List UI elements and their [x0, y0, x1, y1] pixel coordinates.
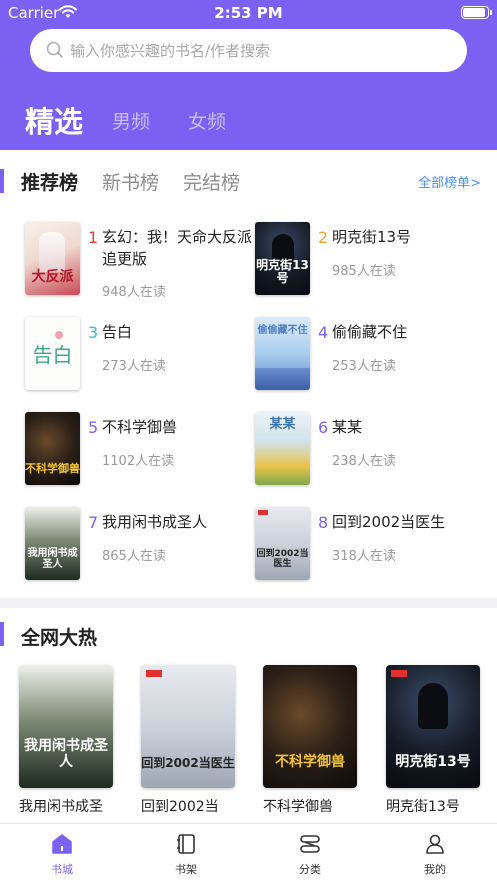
tab-profile[interactable]: 我的	[405, 832, 465, 877]
hot-book-item[interactable]: 回到2002当医生 回到2002当	[141, 665, 235, 816]
tab-label: 分类	[299, 863, 321, 876]
search-bar[interactable]: 输入你感兴趣的书名/作者搜索	[30, 29, 467, 72]
tab-bookshelf[interactable]: 书架	[156, 832, 216, 877]
tab-label: 书城	[51, 863, 73, 876]
rank-number: 4	[318, 323, 329, 342]
rank-book-item[interactable]: 偷偷藏不住 4 偷偷藏不住 253人在读	[255, 317, 485, 397]
search-input[interactable]: 输入你感兴趣的书名/作者搜索	[70, 40, 270, 61]
book-title: 明克街13号	[386, 799, 460, 815]
section-accent	[0, 169, 4, 193]
tab-recommend[interactable]: 推荐榜	[21, 168, 78, 195]
channel-tabs: 精选 男频 女频	[0, 95, 497, 145]
book-cover: 不科学御兽	[25, 412, 80, 485]
rank-book-item[interactable]: 不科学御兽 5 不科学御兽 1102人在读	[25, 412, 255, 492]
book-cover: 大反派	[25, 222, 80, 295]
book-icon	[177, 834, 195, 854]
book-cover: 回到2002当医生	[141, 665, 235, 788]
book-cover: 偷偷藏不住	[255, 317, 310, 390]
rank-book-item[interactable]: 我用闲书成圣人 7 我用闲书成圣人 865人在读	[25, 507, 255, 587]
search-icon	[46, 41, 63, 58]
rank-number: 1	[88, 228, 99, 247]
user-icon	[426, 834, 444, 854]
battery-icon	[461, 6, 492, 19]
ranking-section: 推荐榜 新书榜 完结榜 全部榜单> 大反派 1 玄幻：我！天命大反派追更版 94…	[0, 150, 497, 598]
rank-book-item[interactable]: 大反派 1 玄幻：我！天命大反派追更版 948人在读	[25, 222, 255, 302]
book-title: 我用闲书成圣	[19, 799, 103, 815]
book-readers: 238人在读	[332, 454, 396, 469]
book-cover: 不科学御兽	[263, 665, 357, 788]
rank-book-item[interactable]: 回到2002当医生 8 回到2002当医生 318人在读	[255, 507, 485, 587]
book-cover: 某某	[255, 412, 310, 485]
category-icon	[300, 835, 320, 853]
tab-finished[interactable]: 完结榜	[183, 168, 240, 195]
book-title: 不科学御兽	[102, 418, 178, 436]
tab-label: 书架	[175, 863, 197, 876]
status-bar: Carrier 2:53 PM	[0, 0, 497, 26]
tab-featured[interactable]: 精选	[25, 99, 83, 141]
book-cover: 告白	[25, 317, 80, 390]
book-title: 告白	[102, 323, 133, 341]
book-title: 偷偷藏不住	[332, 323, 408, 341]
book-readers: 865人在读	[102, 549, 166, 564]
rank-number: 7	[88, 513, 99, 532]
book-title: 回到2002当医生	[332, 513, 446, 531]
book-title: 明克街13号	[332, 228, 412, 246]
rank-number: 5	[88, 418, 99, 437]
book-cover: 我用闲书成圣人	[25, 507, 80, 580]
hot-section: 全网大热 我用闲书成圣人 我用闲书成圣 回到2002当医生 回到2002当 不科…	[0, 608, 497, 823]
hot-book-item[interactable]: 不科学御兽 不科学御兽	[263, 665, 357, 816]
rank-number: 3	[88, 323, 99, 342]
book-readers: 948人在读	[102, 285, 166, 300]
book-readers: 253人在读	[332, 359, 396, 374]
book-readers: 1102人在读	[102, 454, 175, 469]
hot-book-item[interactable]: 明克街13号 明克街13号	[386, 665, 480, 816]
rank-number: 6	[318, 418, 329, 437]
tab-category[interactable]: 分类	[280, 832, 340, 877]
rank-book-item[interactable]: 告白 3 告白 273人在读	[25, 317, 255, 397]
book-title: 不科学御兽	[263, 799, 333, 815]
rank-number: 8	[318, 513, 329, 532]
book-readers: 985人在读	[332, 264, 396, 279]
tab-male[interactable]: 男频	[112, 107, 150, 134]
book-cover: 回到2002当医生	[255, 507, 310, 580]
tab-female[interactable]: 女频	[188, 107, 226, 134]
book-readers: 273人在读	[102, 359, 166, 374]
book-cover: 明克街13号	[386, 665, 480, 788]
home-icon	[52, 834, 72, 854]
hot-book-item[interactable]: 我用闲书成圣人 我用闲书成圣	[19, 665, 113, 816]
clock: 2:53 PM	[214, 4, 283, 22]
header: Carrier 2:53 PM 输入你感兴趣的书名/作者搜索 精选 男频 女频	[0, 0, 497, 150]
rank-book-item[interactable]: 明克街13号 2 明克街13号 985人在读	[255, 222, 485, 302]
section-title: 全网大热	[21, 627, 98, 649]
book-cover: 明克街13号	[255, 222, 310, 295]
rank-number: 2	[318, 228, 329, 247]
rank-book-item[interactable]: 某某 6 某某 238人在读	[255, 412, 485, 492]
book-title: 我用闲书成圣人	[102, 513, 208, 531]
book-readers: 318人在读	[332, 549, 396, 564]
tab-bookstore[interactable]: 书城	[32, 832, 92, 877]
all-rankings-link[interactable]: 全部榜单>	[418, 172, 481, 191]
tab-label: 我的	[424, 863, 446, 876]
section-accent	[0, 622, 4, 646]
book-title: 回到2002当	[141, 799, 219, 815]
book-title: 玄幻：我！天命大反派追更版	[102, 228, 253, 268]
tab-new-books[interactable]: 新书榜	[102, 168, 159, 195]
bottom-tab-bar: 书城 书架 分类 我的	[0, 823, 497, 883]
book-title: 某某	[332, 418, 363, 436]
book-cover: 我用闲书成圣人	[19, 665, 113, 788]
